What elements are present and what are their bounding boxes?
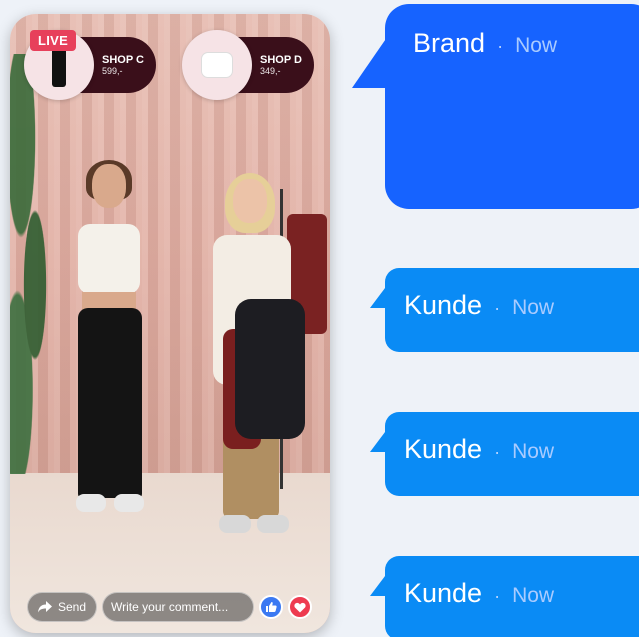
separator-dot: · xyxy=(494,442,501,462)
like-button[interactable] xyxy=(259,595,284,619)
product-name: SHOP C xyxy=(102,53,144,66)
brand-message-bubble: Brand · Now xyxy=(385,4,639,209)
product-price: 349,- xyxy=(260,65,281,76)
separator-dot: · xyxy=(497,36,504,56)
shoe-right xyxy=(114,494,144,512)
plant-decoration xyxy=(10,54,70,474)
send-button[interactable]: Send xyxy=(27,592,98,622)
heart-icon xyxy=(294,602,306,612)
product-name: SHOP D xyxy=(260,53,302,66)
sender-name: Kunde xyxy=(404,290,483,320)
comment-bar: Send xyxy=(27,592,327,622)
product-price: 599,- xyxy=(102,65,123,76)
love-button[interactable] xyxy=(288,595,313,619)
product-card-shop-d[interactable]: SHOP D 349,- xyxy=(182,30,314,100)
message-time: Now xyxy=(512,584,555,607)
separator-dot: · xyxy=(494,298,501,318)
message-time: Now xyxy=(512,440,555,463)
shoe-left xyxy=(219,515,251,533)
black-jacket xyxy=(235,299,305,439)
sender-name: Kunde xyxy=(404,434,483,464)
message-time: Now xyxy=(512,296,555,319)
share-arrow-icon xyxy=(38,601,52,613)
product-thumbnail xyxy=(182,30,252,100)
send-label: Send xyxy=(58,600,87,614)
customer-message-bubble: Kunde · Now xyxy=(385,268,639,352)
white-top xyxy=(78,224,140,294)
model-left xyxy=(70,160,150,544)
live-video-view[interactable] xyxy=(10,14,330,633)
comment-input[interactable] xyxy=(102,592,255,622)
model-head xyxy=(92,164,126,208)
thumbs-up-icon xyxy=(266,602,277,612)
shoe-right xyxy=(257,515,289,533)
message-time: Now xyxy=(515,34,558,57)
customer-message-bubble: Kunde · Now xyxy=(385,556,639,637)
sender-name: Kunde xyxy=(404,578,483,608)
sender-name: Brand xyxy=(413,28,486,58)
separator-dot: · xyxy=(494,586,501,606)
stage: LIVE SHOP C 599,- SHOP D 349,- Send Bran… xyxy=(0,0,639,637)
customer-message-bubble: Kunde · Now xyxy=(385,412,639,496)
live-badge: LIVE xyxy=(30,30,77,51)
shoe-left xyxy=(76,494,106,512)
sports-bra-icon xyxy=(202,53,232,77)
model-right xyxy=(205,173,305,539)
black-leggings xyxy=(78,308,142,498)
model-head xyxy=(233,179,267,223)
